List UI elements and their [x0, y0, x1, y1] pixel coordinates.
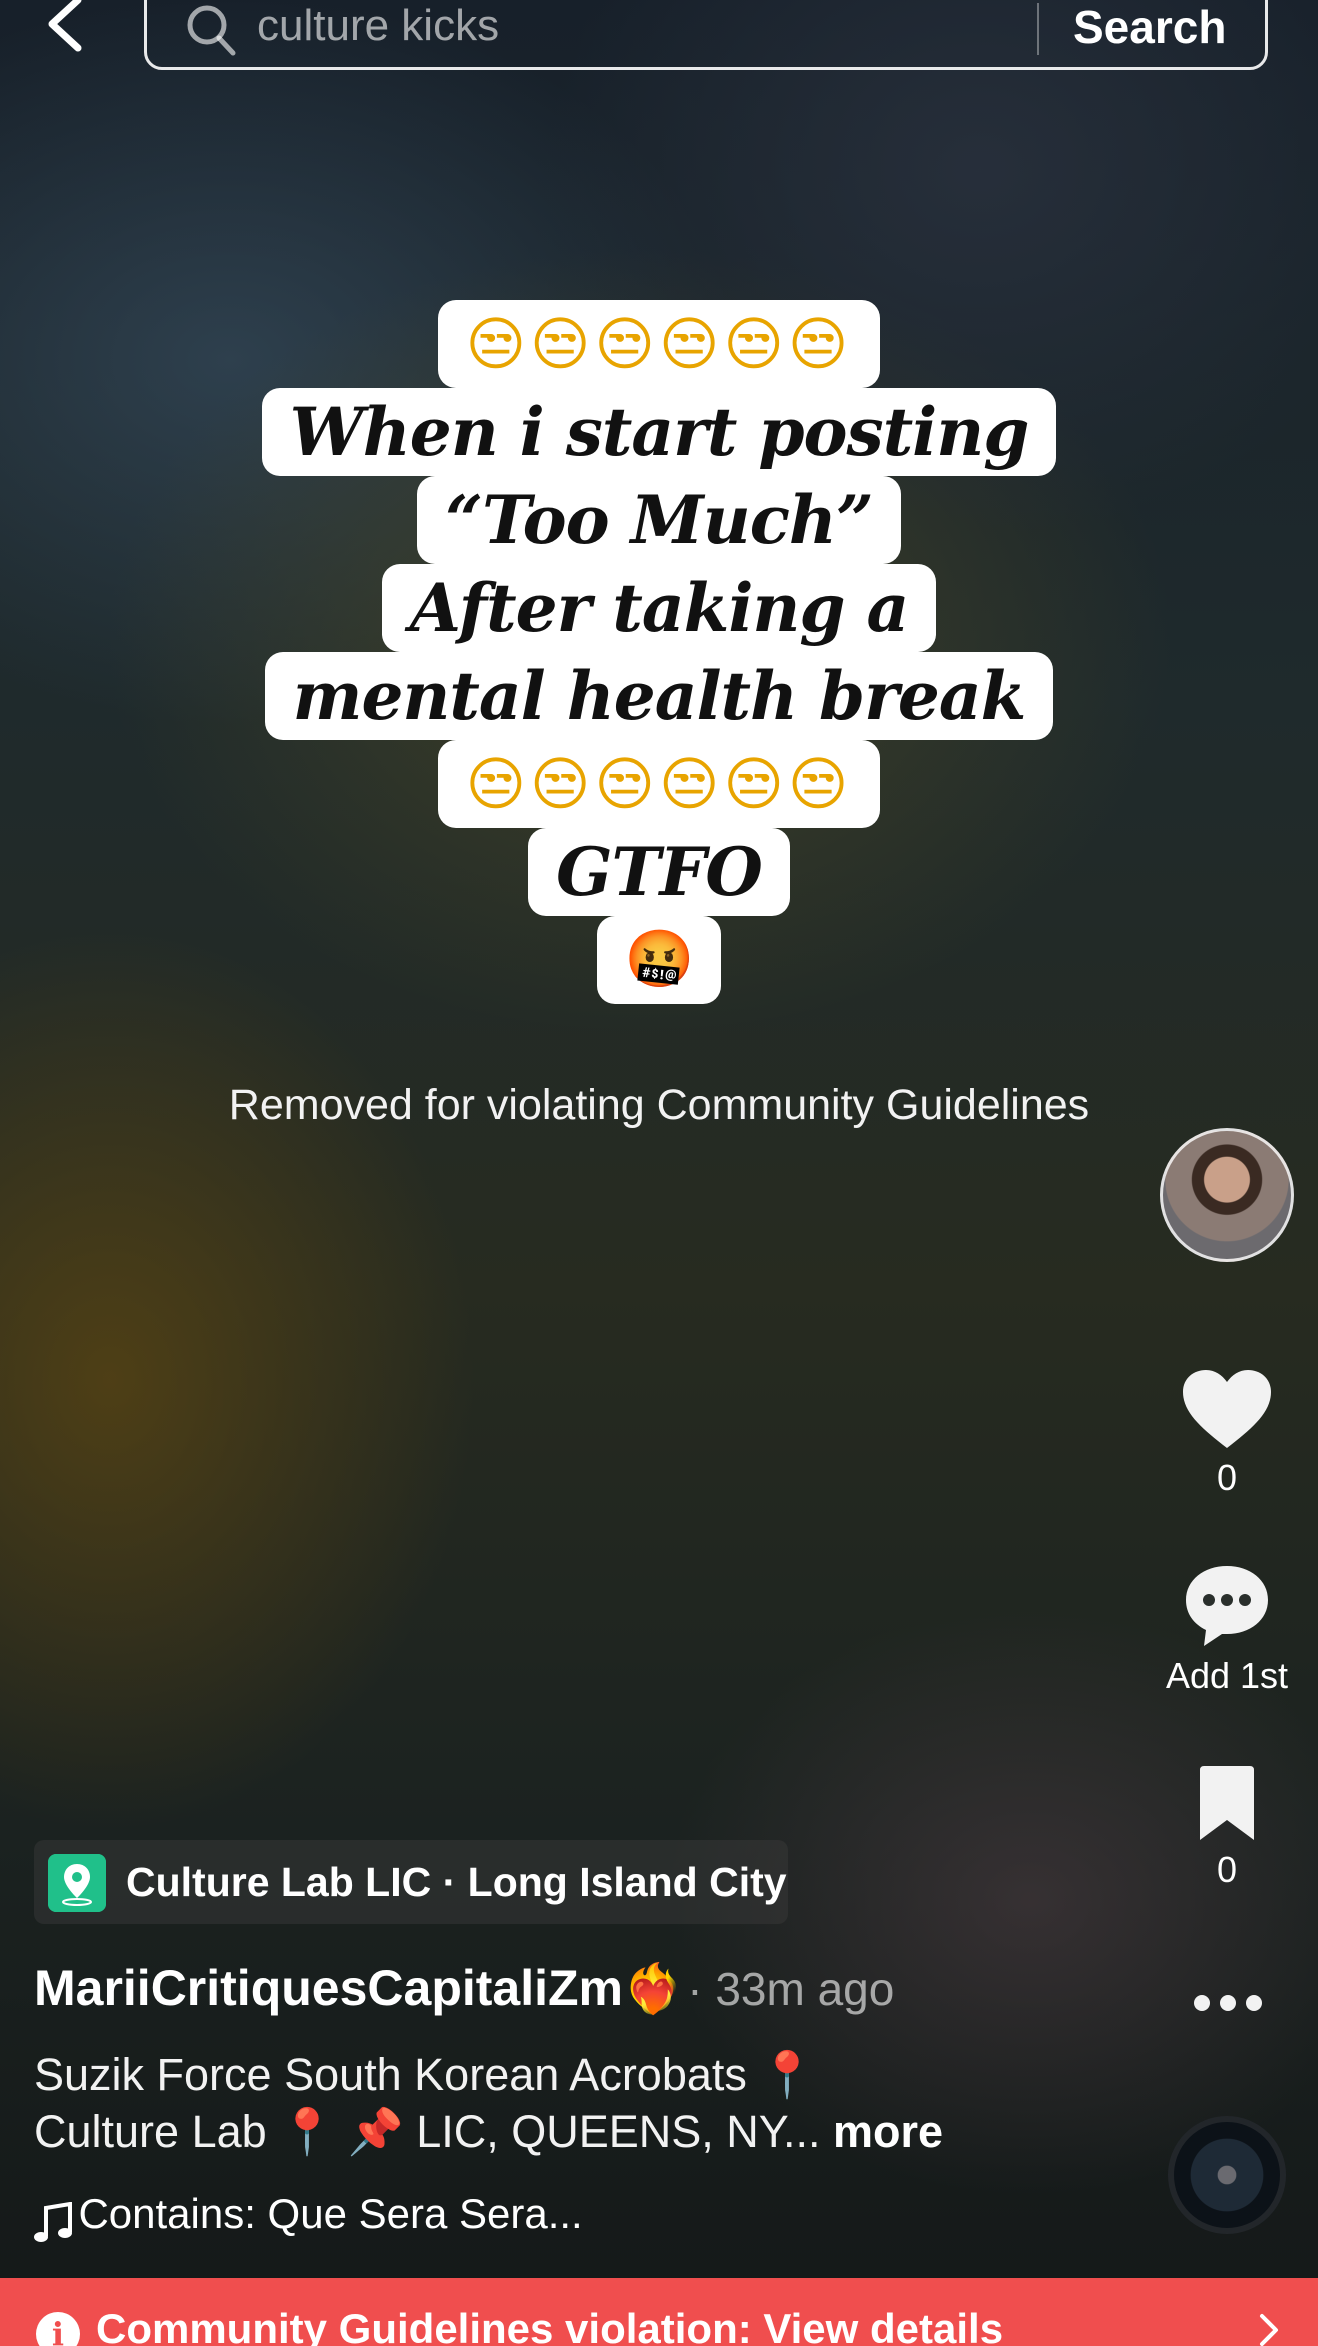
- search-box[interactable]: culture kicks Search: [144, 0, 1268, 70]
- comment-bubble-icon: [1186, 1566, 1268, 1646]
- search-icon: [187, 5, 236, 56]
- bookmark-button[interactable]: 0: [1160, 1766, 1294, 1892]
- overlay-line: GTFO: [0, 828, 1318, 916]
- music-info[interactable]: Contains: Que Sera Sera...: [34, 2186, 583, 2242]
- location-label: Culture Lab LIC · Long Island City: [126, 1859, 787, 1905]
- like-button[interactable]: 0: [1160, 1368, 1294, 1500]
- caption-line: Suzik Force South Korean Acrobats 📍: [34, 2049, 816, 2100]
- chevron-right-icon: [1260, 2314, 1278, 2346]
- video-text-overlay: 😒😒😒😒😒😒 When i start posting “Too Much” A…: [0, 300, 1318, 1004]
- author-line: MariiCritiquesCapitaliZm❤️‍🔥 · 33m ago: [34, 1958, 894, 2018]
- author-emoji: ❤️‍🔥: [623, 1961, 683, 2017]
- music-title: Contains: Que Sera Sera...: [78, 2190, 583, 2237]
- more-options-icon[interactable]: [1188, 1988, 1268, 2018]
- overlay-line: When i start posting: [0, 388, 1318, 476]
- search-button[interactable]: Search: [1073, 0, 1253, 55]
- overlay-line: 😒😒😒😒😒😒: [0, 300, 1318, 388]
- author-name[interactable]: MariiCritiquesCapitaliZm: [34, 1960, 623, 2016]
- creator-avatar[interactable]: [1160, 1128, 1294, 1262]
- video-caption[interactable]: Suzik Force South Korean Acrobats 📍 Cult…: [34, 2046, 1114, 2160]
- bookmark-icon: [1200, 1766, 1254, 1840]
- location-tag[interactable]: Culture Lab LIC · Long Island City: [34, 1840, 788, 1924]
- overlay-line: After taking a: [0, 564, 1318, 652]
- violation-banner[interactable]: i Community Guidelines violation: View d…: [0, 2278, 1318, 2346]
- like-count: 0: [1216, 1457, 1238, 1498]
- post-time: · 33m ago: [687, 1963, 895, 2015]
- music-note-icon: [34, 2201, 72, 2242]
- caption-line-2: Culture Lab 📍 📌 LIC, QUEENS, NY... more: [34, 2106, 944, 2157]
- overlay-line: 😒😒😒😒😒😒: [0, 740, 1318, 828]
- comment-count: Add 1st: [1165, 1655, 1289, 1696]
- more-link[interactable]: more: [833, 2106, 943, 2157]
- location-pin-icon: [48, 1854, 106, 1912]
- top-bar: culture kicks Search: [0, 0, 1318, 80]
- heart-icon: [1183, 1370, 1271, 1448]
- overlay-line: “Too Much”: [0, 476, 1318, 564]
- search-divider: [1037, 3, 1039, 55]
- search-input[interactable]: culture kicks: [257, 1, 1117, 51]
- removed-message: Removed for violating Community Guidelin…: [228, 1081, 1090, 1129]
- back-arrow-icon[interactable]: [38, 0, 98, 58]
- violation-text: Community Guidelines violation: View det…: [96, 2305, 1004, 2346]
- bookmark-count: 0: [1216, 1849, 1238, 1890]
- comment-button[interactable]: Add 1st: [1160, 1562, 1294, 1698]
- overlay-line: 🤬: [0, 916, 1318, 1004]
- info-icon: i: [36, 2312, 80, 2346]
- overlay-line: mental health break: [0, 652, 1318, 740]
- music-disc[interactable]: [1168, 2116, 1286, 2234]
